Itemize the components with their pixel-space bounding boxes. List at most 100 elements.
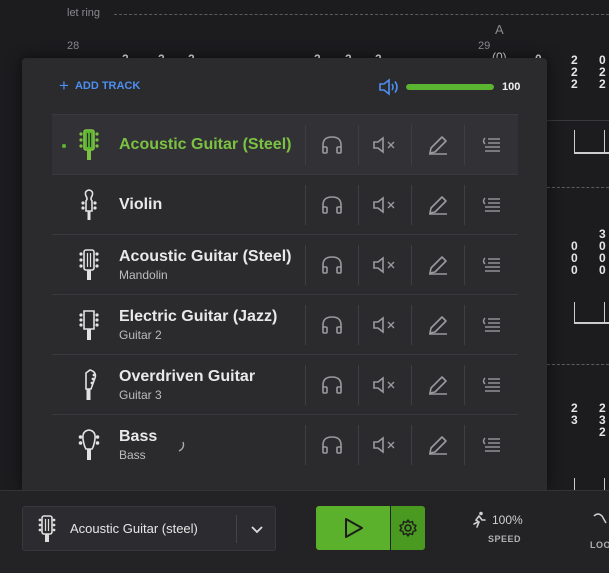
chord-label: A [495, 22, 504, 37]
pencil-icon [426, 193, 450, 217]
loop-icon [593, 513, 607, 524]
violin-head-icon [78, 189, 100, 221]
playback-settings-button[interactable] [391, 506, 425, 550]
mute-icon [372, 193, 398, 217]
speed-label: SPEED [488, 534, 522, 544]
track-selector[interactable]: Acoustic Guitar (steel) [22, 506, 276, 551]
headphones-icon [320, 433, 344, 457]
track-name: Electric Guitar (Jazz) [119, 308, 278, 325]
edit-track-button[interactable] [411, 305, 464, 345]
gear-icon [399, 519, 417, 537]
beam [574, 152, 609, 154]
add-track-button[interactable]: + ADD TRACK [59, 77, 141, 94]
pencil-icon [426, 313, 450, 337]
master-volume: 100 [378, 78, 520, 96]
add-track-label: ADD TRACK [74, 80, 141, 92]
mute-icon [372, 253, 398, 277]
track-settings-button[interactable] [464, 365, 517, 405]
speed-control[interactable]: 100% SPEED [470, 511, 540, 544]
solo-button[interactable] [305, 305, 358, 345]
track-settings-icon [479, 133, 503, 157]
electric-guitar-strat-head-icon [78, 369, 100, 401]
track-name: Violin [119, 196, 163, 213]
headphones-icon [320, 313, 344, 337]
mute-icon [372, 313, 398, 337]
loop-label: LOOP [590, 540, 609, 550]
mute-icon [372, 433, 398, 457]
volume-slider-fill [406, 84, 494, 90]
track-subname: Bass [119, 448, 146, 462]
solo-button[interactable] [305, 425, 358, 465]
track-settings-icon [479, 433, 503, 457]
edit-track-button[interactable] [411, 365, 464, 405]
track-list: Acoustic Guitar (Steel) Violin Acoustic … [52, 114, 518, 474]
track-subname: Mandolin [119, 268, 168, 282]
volume-value: 100 [502, 81, 521, 93]
play-icon [345, 518, 363, 538]
solo-button[interactable] [305, 365, 358, 405]
track-subname: Guitar 3 [119, 388, 162, 402]
beam-stem [604, 478, 605, 490]
beam-stem [574, 130, 575, 152]
acoustic-guitar-head-icon [78, 249, 100, 281]
player-bar: Acoustic Guitar (steel) 100% SPEED LOO [0, 490, 609, 573]
track-settings-icon [479, 193, 503, 217]
mute-button[interactable] [358, 425, 411, 465]
fret-number: 3 [571, 413, 578, 427]
loading-spinner-icon [178, 441, 185, 452]
play-button[interactable] [316, 506, 390, 550]
acoustic-guitar-head-icon [78, 129, 100, 161]
edit-track-button[interactable] [411, 125, 464, 165]
bar-number-28: 28 [67, 40, 80, 52]
track-settings-icon [479, 373, 503, 397]
bass-head-icon [78, 429, 100, 461]
headphones-icon [320, 193, 344, 217]
mute-button[interactable] [358, 305, 411, 345]
solo-button[interactable] [305, 185, 358, 225]
beam-stem [604, 130, 605, 152]
track-row[interactable]: Bass Bass [52, 414, 518, 474]
pencil-icon [426, 433, 450, 457]
solo-button[interactable] [305, 125, 358, 165]
divider [236, 515, 237, 543]
beam-stem [574, 302, 575, 324]
mute-button[interactable] [358, 125, 411, 165]
track-row[interactable]: Acoustic Guitar (Steel) Mandolin [52, 234, 518, 294]
headphones-icon [320, 373, 344, 397]
edit-track-button[interactable] [411, 425, 464, 465]
mute-button[interactable] [358, 365, 411, 405]
fret-number: 0 [599, 263, 606, 277]
track-row[interactable]: Overdriven Guitar Guitar 3 [52, 354, 518, 414]
track-settings-icon [479, 313, 503, 337]
mute-button[interactable] [358, 245, 411, 285]
track-row[interactable]: Acoustic Guitar (Steel) [52, 114, 518, 174]
let-ring-dash [114, 14, 609, 15]
mute-button[interactable] [358, 185, 411, 225]
fret-number: 0 [571, 263, 578, 277]
chevron-down-icon[interactable] [249, 521, 265, 537]
track-settings-button[interactable] [464, 245, 517, 285]
electric-guitar-head-icon [78, 309, 100, 341]
track-settings-button[interactable] [464, 305, 517, 345]
track-settings-button[interactable] [464, 125, 517, 165]
active-track-dot [62, 144, 66, 148]
speed-value: 100% [492, 513, 523, 527]
track-row[interactable]: Electric Guitar (Jazz) Guitar 2 [52, 294, 518, 354]
edit-track-button[interactable] [411, 185, 464, 225]
beam-stem [574, 478, 575, 490]
speaker-icon[interactable] [378, 78, 400, 96]
staff-line [547, 120, 609, 121]
track-settings-button[interactable] [464, 185, 517, 225]
loop-control[interactable]: LOOP [590, 511, 609, 550]
track-row[interactable]: Violin [52, 174, 518, 234]
track-settings-button[interactable] [464, 425, 517, 465]
headphones-icon [320, 253, 344, 277]
mute-icon [372, 133, 398, 157]
fret-number: 2 [599, 77, 606, 91]
volume-slider[interactable] [406, 84, 494, 90]
track-name: Acoustic Guitar (Steel) [119, 248, 292, 265]
edit-track-button[interactable] [411, 245, 464, 285]
track-subname: Guitar 2 [119, 328, 162, 342]
solo-button[interactable] [305, 245, 358, 285]
tracks-panel: + ADD TRACK 100 Acoustic Guitar (Steel) [22, 58, 547, 490]
